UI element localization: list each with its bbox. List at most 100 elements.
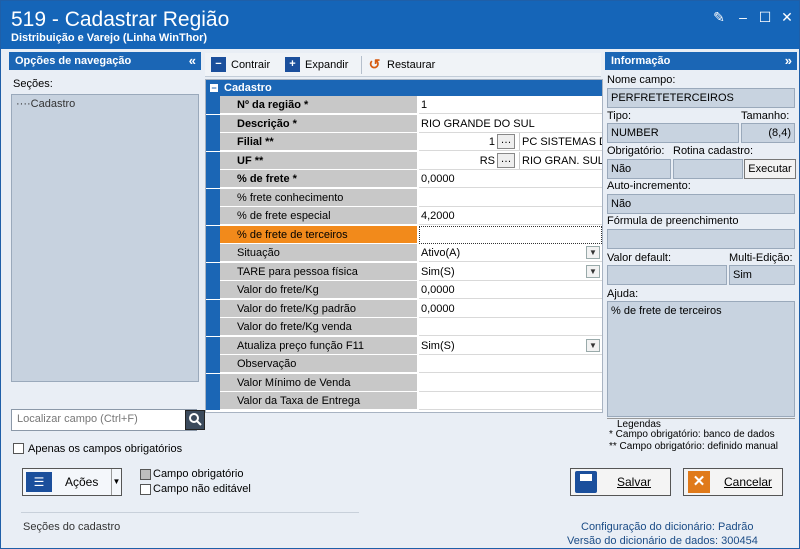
tipo-value: NUMBER: [607, 123, 739, 143]
collapse-left-icon[interactable]: «: [189, 52, 196, 70]
field-value[interactable]: [419, 188, 602, 207]
tree-item-cadastro[interactable]: ····Cadastro: [16, 98, 75, 110]
required-only-label: Apenas os campos obrigatórios: [28, 443, 183, 455]
field-value[interactable]: [419, 318, 602, 336]
field-label: Valor do frete/Kg padrão: [220, 299, 418, 318]
cancel-icon: ✕: [688, 471, 710, 493]
salvar-button[interactable]: Salvar: [570, 468, 671, 496]
grid-row[interactable]: % de frete especial 4,2000: [206, 207, 602, 225]
grid-row[interactable]: Filial ** 1… PC SISTEMAS DIS: [206, 133, 602, 151]
chevron-down-icon[interactable]: ▼: [586, 246, 600, 259]
grid-row[interactable]: TARE para pessoa física Sim(S) ▼: [206, 262, 602, 281]
maximize-icon[interactable]: ☐: [755, 7, 775, 27]
cancelar-button[interactable]: ✕ Cancelar: [683, 468, 783, 496]
row-gutter: [206, 299, 220, 318]
info-header: Informação »: [605, 52, 797, 70]
default-value: [607, 265, 727, 285]
field-value-text: Sim(S): [421, 339, 455, 352]
grid-row[interactable]: Valor do frete/Kg 0,0000: [206, 281, 602, 299]
grid-toolbar: − Contrair + Expandir ↺ Restaurar: [205, 53, 601, 77]
field-value[interactable]: 0,0000: [419, 281, 602, 299]
lookup-button[interactable]: …: [497, 152, 515, 168]
row-gutter: [206, 244, 220, 262]
required-legend-swatch: [140, 469, 151, 480]
collapse-right-icon[interactable]: »: [785, 52, 792, 70]
tree-item-label: Cadastro: [30, 98, 76, 110]
chevron-down-icon[interactable]: ▼: [111, 469, 121, 495]
tamanho-value: (8,4): [741, 123, 795, 143]
field-value[interactable]: Sim(S) ▼: [419, 262, 602, 281]
field-value-text: 0,0000: [421, 302, 455, 315]
minimize-icon[interactable]: –: [733, 7, 753, 27]
search-icon[interactable]: [185, 410, 205, 430]
grid-row[interactable]: % de frete de terceiros: [206, 225, 602, 244]
grid-row[interactable]: Valor da Taxa de Entrega: [206, 392, 602, 410]
grid-row[interactable]: Valor do frete/Kg venda: [206, 318, 602, 336]
field-value[interactable]: RIO GRANDE DO SUL: [419, 114, 602, 133]
restaurar-label: Restaurar: [387, 59, 436, 71]
grid-row[interactable]: Situação Ativo(A) ▼: [206, 244, 602, 262]
grid-row[interactable]: Valor Mínimo de Venda: [206, 373, 602, 392]
contrair-button[interactable]: − Contrair: [211, 57, 270, 73]
info-title: Informação: [611, 55, 671, 67]
collapse-section-icon[interactable]: −: [210, 84, 218, 93]
grid-section-header[interactable]: − Cadastro: [206, 80, 602, 96]
field-value[interactable]: [419, 225, 602, 244]
field-value[interactable]: RS… RIO GRAN. SUL: [419, 151, 602, 170]
default-label: Valor default:: [607, 252, 672, 264]
legend-box: Legendas * Campo obrigatório: banco de d…: [607, 418, 795, 454]
close-icon[interactable]: ✕: [777, 7, 797, 27]
field-value[interactable]: [419, 355, 602, 373]
auto-incremento-label: Auto-incremento:: [607, 180, 691, 192]
grid-row[interactable]: % frete conhecimento: [206, 188, 602, 207]
field-description: RIO GRAN. SUL: [519, 151, 602, 169]
grid-row[interactable]: Atualiza preço função F11 Sim(S) ▼: [206, 336, 602, 355]
readonly-legend-label: Campo não editável: [153, 483, 251, 495]
field-value[interactable]: Sim(S) ▼: [419, 336, 602, 355]
field-value[interactable]: Ativo(A) ▼: [419, 244, 602, 262]
search-field-input[interactable]: Localizar campo (Ctrl+F): [11, 409, 197, 431]
config-label: Configuração do dicionário:: [581, 521, 715, 533]
restaurar-button[interactable]: ↺ Restaurar: [367, 56, 436, 73]
field-code: 1: [488, 136, 495, 148]
grid-row[interactable]: % de frete * 0,0000: [206, 170, 602, 188]
field-label: Filial **: [220, 133, 418, 151]
grid-row[interactable]: Observação: [206, 355, 602, 373]
plus-icon: +: [285, 57, 300, 72]
field-value[interactable]: 1… PC SISTEMAS DIS: [419, 133, 602, 151]
tipo-label: Tipo:: [607, 110, 632, 122]
sections-tree[interactable]: ····Cadastro: [11, 94, 199, 382]
grid-row[interactable]: Descrição * RIO GRANDE DO SUL: [206, 114, 602, 133]
field-label: Situação: [220, 244, 418, 262]
executar-button[interactable]: Executar: [744, 159, 796, 179]
grid-row[interactable]: Valor do frete/Kg padrão 0,0000: [206, 299, 602, 318]
field-label: % de frete especial: [220, 207, 418, 225]
field-value[interactable]: [419, 392, 602, 410]
row-gutter: [206, 96, 220, 114]
edit-icon[interactable]: ✎: [709, 7, 729, 27]
row-gutter: [206, 355, 220, 373]
field-label: Atualiza preço função F11: [220, 336, 418, 355]
grid-row[interactable]: UF ** RS… RIO GRAN. SUL: [206, 151, 602, 170]
row-gutter: [206, 373, 220, 392]
chevron-down-icon[interactable]: ▼: [586, 264, 600, 278]
field-value-text: 0,0000: [421, 284, 455, 296]
field-value[interactable]: 0,0000: [419, 299, 602, 318]
acoes-button[interactable]: ☰ Ações ▼: [22, 468, 122, 496]
nome-campo-label: Nome campo:: [607, 74, 676, 86]
chevron-down-icon[interactable]: ▼: [586, 338, 600, 352]
expandir-button[interactable]: + Expandir: [285, 57, 348, 73]
field-value[interactable]: 1: [419, 96, 602, 114]
restore-icon: ↺: [368, 56, 381, 72]
grid-row[interactable]: Nº da região * 1: [206, 96, 602, 114]
required-only-checkbox[interactable]: [13, 443, 24, 454]
ajuda-label: Ajuda:: [607, 288, 639, 300]
field-value[interactable]: 0,0000: [419, 170, 602, 188]
obrigatorio-label: Obrigatório:: [607, 145, 665, 157]
sections-label: Seções:: [13, 78, 53, 90]
rotina-value: [673, 159, 743, 179]
field-value-text: Sim(S): [421, 265, 455, 278]
lookup-button[interactable]: …: [497, 134, 515, 149]
field-value[interactable]: 4,2000: [419, 207, 602, 225]
field-value[interactable]: [419, 373, 602, 392]
